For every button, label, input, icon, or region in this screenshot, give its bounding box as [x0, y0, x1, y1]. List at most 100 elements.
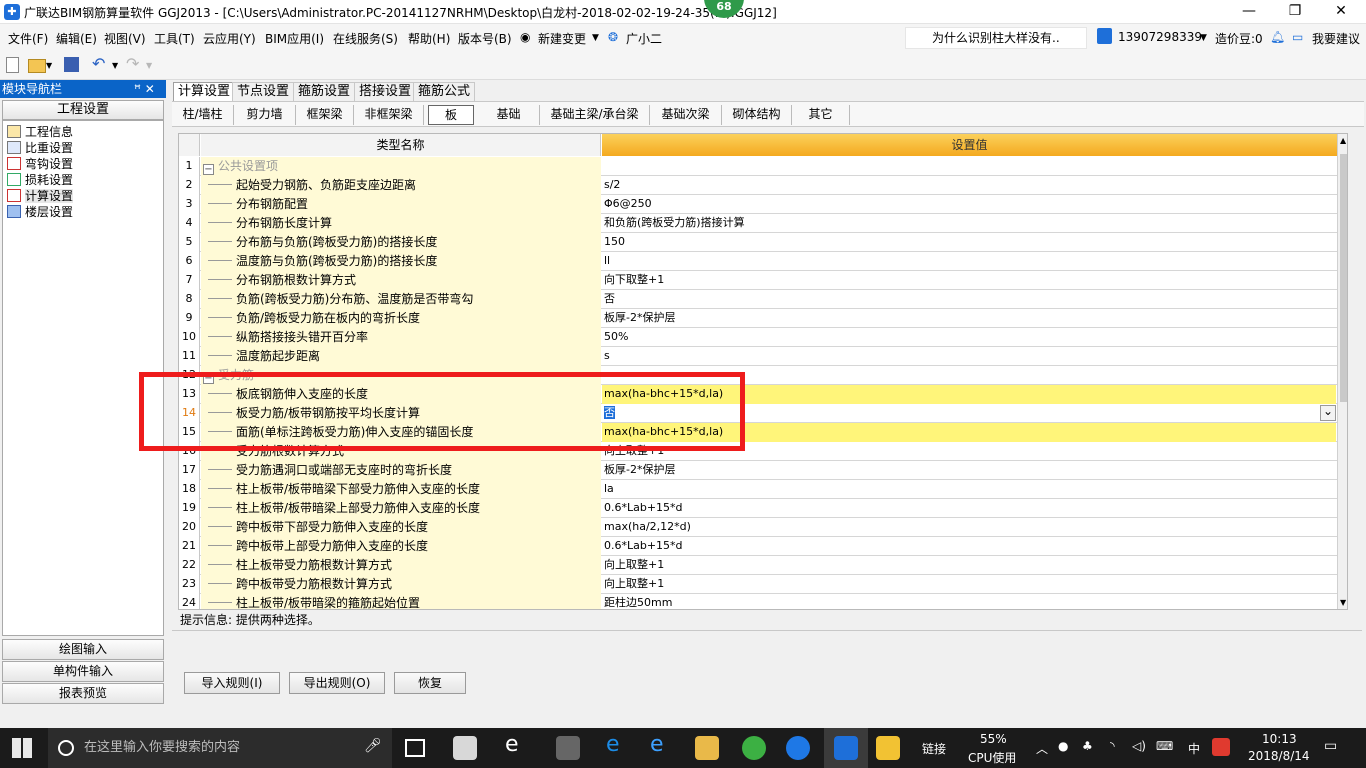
tree-item-hook[interactable]: 弯钩设置 — [7, 156, 73, 172]
row-value-cell[interactable]: s — [602, 347, 1336, 366]
green-app-icon[interactable] — [742, 736, 766, 760]
table-row[interactable]: 7 分布钢筋根数计算方式 向下取整+1 — [179, 271, 1337, 290]
subtab-other[interactable]: 其它 — [792, 105, 850, 125]
tray-app-icon[interactable]: ● — [1058, 739, 1068, 753]
row-name-cell[interactable]: 跨中板带受力筋根数计算方式 — [201, 575, 601, 594]
notes-app-icon[interactable] — [876, 736, 900, 760]
undo-icon[interactable]: ↶ — [92, 54, 110, 73]
row-value-cell[interactable]: 和负筋(跨板受力筋)搭接计算 — [602, 214, 1336, 233]
open-folder-icon[interactable] — [28, 59, 46, 73]
table-row[interactable]: 23 跨中板带受力筋根数计算方式 向上取整+1 — [179, 575, 1337, 594]
pin-close-icon[interactable]: ꟸ ✕ — [134, 80, 155, 98]
nav-report-preview[interactable]: 报表预览 — [2, 683, 164, 704]
row-value-cell[interactable]: 距柱边50mm — [602, 594, 1336, 609]
menu-cloud[interactable]: 云应用(Y) — [203, 30, 256, 47]
tab-stirrup-settings[interactable]: 箍筋设置 — [293, 82, 356, 101]
scroll-thumb[interactable] — [1340, 154, 1347, 402]
subtab-foundation-sub-beam[interactable]: 基础次梁 — [650, 105, 722, 125]
microphone-icon[interactable]: 🎤︎ — [364, 738, 382, 762]
tray-bell-icon[interactable]: ♣ — [1082, 739, 1093, 753]
nav-section-title[interactable]: 工程设置 — [2, 100, 164, 120]
subtab-frame-beam[interactable]: 框架梁 — [296, 105, 354, 125]
user-phone[interactable]: 13907298339 — [1118, 30, 1202, 44]
table-row[interactable]: 4 分布钢筋长度计算 和负筋(跨板受力筋)搭接计算 — [179, 214, 1337, 233]
table-row[interactable]: 3 分布钢筋配置 Φ6@250 — [179, 195, 1337, 214]
row-value-cell[interactable]: 板厚-2*保护层 — [602, 461, 1336, 480]
network-icon[interactable]: ◝ — [1110, 739, 1115, 753]
table-row[interactable]: 10 纵筋搭接接头错开百分率 50% — [179, 328, 1337, 347]
row-name-cell[interactable]: 分布钢筋根数计算方式 — [201, 271, 601, 290]
ie-icon[interactable]: e — [505, 732, 529, 757]
volume-icon[interactable]: ◁) — [1132, 739, 1146, 753]
row-value-cell[interactable]: s/2 — [602, 176, 1336, 195]
menu-help[interactable]: 帮助(H) — [408, 30, 450, 47]
tab-node-settings[interactable]: 节点设置 — [232, 82, 295, 101]
maximize-button[interactable]: ❐ — [1272, 0, 1318, 24]
task-view-icon[interactable] — [405, 739, 425, 757]
row-name-cell[interactable]: − 公共设置项 — [201, 157, 601, 176]
chevron-down-icon[interactable]: ▼ — [592, 33, 599, 43]
pinned-app-fan-icon[interactable] — [453, 736, 477, 760]
table-row[interactable]: 6 温度筋与负筋(跨板受力筋)的搭接长度 ll — [179, 252, 1337, 271]
subtab-shear-wall[interactable]: 剪力墙 — [234, 105, 296, 125]
row-value-cell[interactable]: Φ6@250 — [602, 195, 1336, 214]
user-dropdown-icon[interactable]: ▼ — [1200, 33, 1207, 43]
taskbar-search[interactable]: 在这里输入你要搜索的内容 — [48, 728, 392, 768]
subtab-nonframe-beam[interactable]: 非框架梁 — [354, 105, 424, 125]
file-explorer-icon[interactable] — [695, 736, 719, 760]
subtab-foundation-main-beam[interactable]: 基础主梁/承台梁 — [540, 105, 650, 125]
collapse-icon[interactable]: − — [203, 164, 214, 175]
save-icon[interactable] — [64, 57, 79, 72]
row-name-cell[interactable]: 跨中板带下部受力筋伸入支座的长度 — [201, 518, 601, 537]
export-rules-button[interactable]: 导出规则(O) — [289, 672, 385, 694]
row-value-cell[interactable]: 150 — [602, 233, 1336, 252]
row-name-cell[interactable]: 柱上板带/板带暗梁上部受力筋伸入支座的长度 — [201, 499, 601, 518]
assistant-link[interactable]: 广小二 — [626, 30, 662, 47]
ie-blue-icon[interactable]: e — [650, 732, 674, 757]
table-row[interactable]: 8 负筋(跨板受力筋)分布筋、温度筋是否带弯勾 否 — [179, 290, 1337, 309]
menu-view[interactable]: 视图(V) — [104, 30, 146, 47]
menu-version[interactable]: 版本号(B) — [458, 30, 512, 47]
tree-item-floor[interactable]: 楼层设置 — [7, 204, 73, 220]
clock-time[interactable]: 10:13 — [1262, 732, 1297, 746]
row-name-cell[interactable]: 温度筋与负筋(跨板受力筋)的搭接长度 — [201, 252, 601, 271]
subtab-foundation[interactable]: 基础 — [478, 105, 540, 125]
tab-stirrup-formula[interactable]: 箍筋公式 — [413, 82, 476, 101]
row-name-cell[interactable]: 负筋/跨板受力筋在板内的弯折长度 — [201, 309, 601, 328]
table-row[interactable]: 19 柱上板带/板带暗梁上部受力筋伸入支座的长度 0.6*Lab+15*d — [179, 499, 1337, 518]
row-name-cell[interactable]: 柱上板带受力筋根数计算方式 — [201, 556, 601, 575]
pinned-app-browser-icon[interactable] — [556, 736, 580, 760]
menu-file[interactable]: 文件(F) — [8, 30, 48, 47]
ime-indicator[interactable]: 中 — [1188, 740, 1200, 757]
row-name-cell[interactable]: 柱上板带/板带暗梁下部受力筋伸入支座的长度 — [201, 480, 601, 499]
sogou-icon[interactable] — [1212, 738, 1230, 756]
table-row[interactable]: 24 柱上板带/板带暗梁的箍筋起始位置 距柱边50mm — [179, 594, 1337, 609]
tree-item-loss[interactable]: 损耗设置 — [7, 172, 73, 188]
table-row[interactable]: 1− 公共设置项 — [179, 157, 1337, 176]
row-name-cell[interactable]: 受力筋遇洞口或端部无支座时的弯折长度 — [201, 461, 601, 480]
edge-icon[interactable]: e — [606, 732, 630, 757]
row-name-cell[interactable]: 跨中板带上部受力筋伸入支座的长度 — [201, 537, 601, 556]
tab-calc-settings[interactable]: 计算设置 — [173, 82, 236, 101]
table-row[interactable]: 5 分布筋与负筋(跨板受力筋)的搭接长度 150 — [179, 233, 1337, 252]
row-value-cell[interactable]: la — [602, 480, 1336, 499]
table-row[interactable]: 17 受力筋遇洞口或端部无支座时的弯折长度 板厚-2*保护层 — [179, 461, 1337, 480]
row-value-cell[interactable]: 向上取整+1 — [602, 556, 1336, 575]
menu-tools[interactable]: 工具(T) — [154, 30, 195, 47]
hint-box[interactable]: 为什么识别柱大样没有.. — [905, 27, 1087, 49]
tab-lap-settings[interactable]: 搭接设置 — [354, 82, 417, 101]
row-value-cell[interactable]: 板厚-2*保护层 — [602, 309, 1336, 328]
suggest-link[interactable]: 我要建议 — [1312, 30, 1360, 47]
minimize-button[interactable]: — — [1226, 0, 1272, 24]
row-name-cell[interactable]: 分布钢筋长度计算 — [201, 214, 601, 233]
scroll-up-icon[interactable]: ▲ — [1340, 136, 1346, 145]
table-row[interactable]: 22 柱上板带受力筋根数计算方式 向上取整+1 — [179, 556, 1337, 575]
table-row[interactable]: 18 柱上板带/板带暗梁下部受力筋伸入支座的长度 la — [179, 480, 1337, 499]
row-name-cell[interactable]: 分布钢筋配置 — [201, 195, 601, 214]
row-name-cell[interactable]: 起始受力钢筋、负筋距支座边距离 — [201, 176, 601, 195]
row-value-cell[interactable]: ll — [602, 252, 1336, 271]
nav-single-component[interactable]: 单构件输入 — [2, 661, 164, 682]
row-value-cell[interactable]: 向下取整+1 — [602, 271, 1336, 290]
row-name-cell[interactable]: 负筋(跨板受力筋)分布筋、温度筋是否带弯勾 — [201, 290, 601, 309]
table-row[interactable]: 20 跨中板带下部受力筋伸入支座的长度 max(ha/2,12*d) — [179, 518, 1337, 537]
